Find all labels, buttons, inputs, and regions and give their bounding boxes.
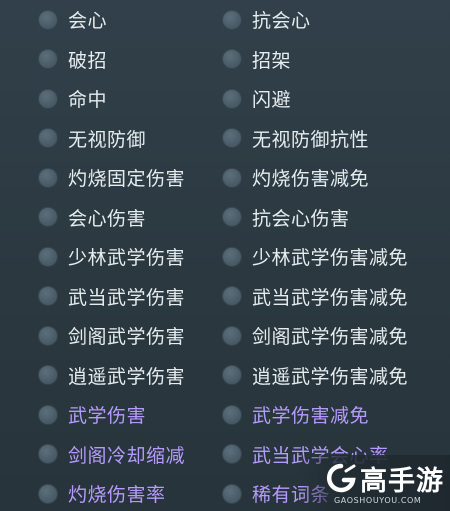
attribute-option-label: 灼烧固定伤害 <box>68 168 186 191</box>
attribute-option-label: 剑阁武学伤害 <box>68 326 186 349</box>
radio-unselected-icon[interactable] <box>222 9 242 30</box>
attribute-option-label: 无视防御 <box>68 128 147 151</box>
radio-unselected-icon[interactable] <box>222 128 242 149</box>
watermark: 高手游 GAOSHOUYOU.COM <box>300 455 450 511</box>
radio-unselected-icon[interactable] <box>38 128 58 149</box>
attribute-option-label: 招架 <box>252 49 292 72</box>
attribute-option[interactable]: 武当武学伤害减免 <box>222 277 408 317</box>
attribute-option-label: 灼烧伤害率 <box>68 484 166 507</box>
attribute-option[interactable]: 剑阁武学伤害减免 <box>222 316 408 356</box>
attribute-option-label: 抗会心 <box>252 10 311 33</box>
attribute-option-label: 抗会心伤害 <box>252 207 350 230</box>
radio-unselected-icon[interactable] <box>222 207 242 228</box>
attribute-option[interactable]: 会心伤害 <box>38 198 185 238</box>
radio-unselected-icon[interactable] <box>38 483 58 504</box>
attribute-option-label: 闪避 <box>252 89 292 112</box>
radio-unselected-icon[interactable] <box>38 207 58 228</box>
attribute-option[interactable]: 灼烧伤害率 <box>38 474 185 511</box>
attribute-option-label: 会心 <box>68 10 108 33</box>
radio-unselected-icon[interactable] <box>38 167 58 188</box>
attribute-option[interactable]: 武学伤害减免 <box>222 395 408 435</box>
attribute-option-label: 逍遥武学伤害减免 <box>252 365 409 388</box>
attribute-option-label: 剑阁冷却缩减 <box>68 444 186 467</box>
radio-unselected-icon[interactable] <box>222 404 242 425</box>
attribute-option-label: 武当武学伤害 <box>68 286 186 309</box>
attribute-option[interactable]: 无视防御 <box>38 119 185 159</box>
attribute-option[interactable]: 无视防御抗性 <box>222 119 408 159</box>
attribute-option-label: 无视防御抗性 <box>252 128 370 151</box>
attribute-option-label: 武学伤害减免 <box>252 405 370 428</box>
radio-unselected-icon[interactable] <box>38 404 58 425</box>
attribute-option-label: 少林武学伤害减免 <box>252 247 409 270</box>
attribute-option-label: 少林武学伤害 <box>68 247 186 270</box>
right-attribute-column: 抗会心招架闪避无视防御抗性 灼烧伤害减免 抗会心伤害少林武学伤害减免 武当武学伤害减免… <box>222 0 408 511</box>
attribute-option[interactable]: 逍遥武学伤害 <box>38 356 185 396</box>
radio-unselected-icon[interactable] <box>38 88 58 109</box>
radio-unselected-icon[interactable] <box>38 49 58 70</box>
radio-unselected-icon[interactable] <box>38 325 58 346</box>
attribute-option[interactable]: 逍遥武学伤害减免 <box>222 356 408 396</box>
attribute-option-label: 武学伤害 <box>68 405 147 428</box>
attribute-option[interactable]: 招架 <box>222 40 408 80</box>
attribute-option[interactable]: 抗会心 <box>222 0 408 40</box>
radio-unselected-icon[interactable] <box>222 325 242 346</box>
radio-unselected-icon[interactable] <box>222 167 242 188</box>
attribute-option-label: 剑阁武学伤害减免 <box>252 326 409 349</box>
attribute-option[interactable]: 武当武学伤害 <box>38 277 185 317</box>
attribute-option-label: 武当武学伤害减免 <box>252 286 409 309</box>
gaoshouyou-logo-icon <box>326 463 356 493</box>
attribute-option[interactable]: 命中 <box>38 79 185 119</box>
radio-unselected-icon[interactable] <box>38 9 58 30</box>
attribute-option[interactable]: 灼烧固定伤害 <box>38 158 185 198</box>
radio-unselected-icon[interactable] <box>222 483 242 504</box>
radio-unselected-icon[interactable] <box>38 365 58 386</box>
radio-unselected-icon[interactable] <box>222 88 242 109</box>
attribute-option[interactable]: 武学伤害 <box>38 395 185 435</box>
watermark-brand: 高手游 <box>360 466 444 497</box>
attribute-option[interactable]: 少林武学伤害 <box>38 237 185 277</box>
attribute-option[interactable]: 剑阁冷却缩减 <box>38 435 185 475</box>
attribute-option-label: 命中 <box>68 89 108 112</box>
attribute-option[interactable]: 少林武学伤害减免 <box>222 237 408 277</box>
attribute-selection-panel: 会心 破招 命中 无视防御 灼烧固定伤害 会心伤害 少林武学伤害 武当武学伤害 剑阁武学伤害 逍遥… <box>0 0 450 511</box>
attribute-option[interactable]: 剑阁武学伤害 <box>38 316 185 356</box>
attribute-option[interactable]: 抗会心伤害 <box>222 198 408 238</box>
attribute-option[interactable]: 灼烧伤害减免 <box>222 158 408 198</box>
radio-unselected-icon[interactable] <box>222 444 242 465</box>
attribute-option[interactable]: 破招 <box>38 40 185 80</box>
attribute-option-label: 破招 <box>68 49 108 72</box>
attribute-option[interactable]: 闪避 <box>222 79 408 119</box>
radio-unselected-icon[interactable] <box>222 365 242 386</box>
watermark-url: GAOSHOUYOU.COM <box>334 496 422 505</box>
radio-unselected-icon[interactable] <box>38 444 58 465</box>
left-attribute-column: 会心破招命中无视防御灼烧固定伤害 会心伤害少林武学伤害 武当武学伤害 剑阁武学伤害 逍遥… <box>38 0 185 511</box>
radio-unselected-icon[interactable] <box>222 246 242 267</box>
radio-unselected-icon[interactable] <box>222 49 242 70</box>
attribute-option-label: 会心伤害 <box>68 207 147 230</box>
radio-unselected-icon[interactable] <box>38 246 58 267</box>
attribute-option-label: 灼烧伤害减免 <box>252 168 370 191</box>
radio-unselected-icon[interactable] <box>38 286 58 307</box>
attribute-option[interactable]: 会心 <box>38 0 185 40</box>
radio-unselected-icon[interactable] <box>222 286 242 307</box>
attribute-option-label: 逍遥武学伤害 <box>68 365 186 388</box>
